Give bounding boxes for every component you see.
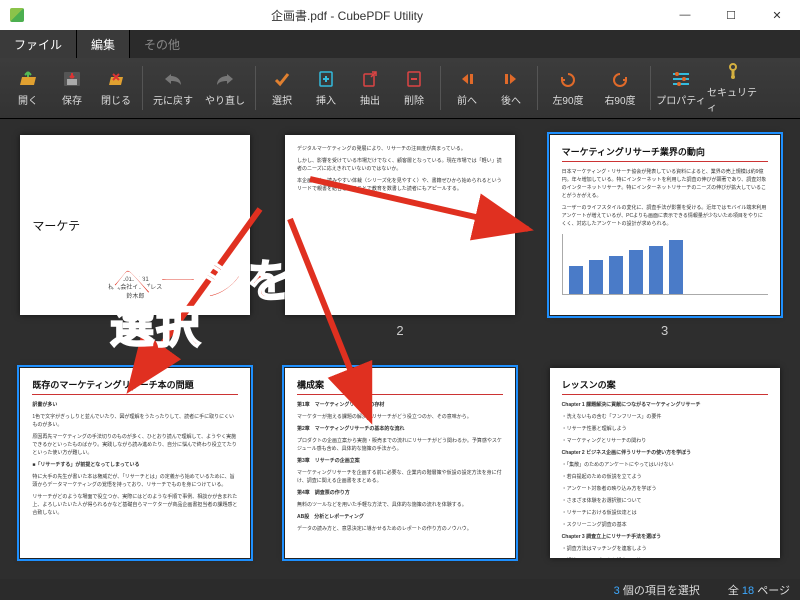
open-button[interactable]: 開く — [6, 61, 50, 115]
page6-body: Chapter 1 課題解決に貢献につながるマーケティングリサーチ ・洗えないも… — [562, 401, 768, 558]
next-button[interactable]: 後へ — [489, 61, 533, 115]
insert-icon — [316, 70, 336, 88]
status-total: 全 18 ページ — [728, 582, 790, 598]
properties-icon — [671, 70, 691, 88]
security-icon — [723, 62, 743, 80]
extract-icon — [360, 70, 380, 88]
separator — [440, 66, 441, 110]
page-cell-5: 構成案 第1章 マーケティングリサーチの存材マーケターが抱える課題の解決にリサー… — [285, 368, 516, 558]
extract-button[interactable]: 抽出 — [348, 61, 392, 115]
security-button[interactable]: セキュリティ — [707, 61, 759, 115]
page3-body: 日本マーケティング・リサーチ協会が発表している資料によると、業界の売上規模は約9… — [562, 168, 768, 228]
chart-bar — [629, 250, 643, 294]
save-button[interactable]: 保存 — [50, 61, 94, 115]
page-thumb-1[interactable]: マーケテ 2019.5.31 株式会社インプレス 鈴木郎 — [20, 135, 250, 315]
undo-icon — [163, 70, 183, 88]
page5-title: 構成案 — [297, 378, 503, 395]
status-selected: 3 個の項目を選択 — [614, 582, 700, 598]
page-cell-4: 既存のマーケティングリサーチ本の問題 訳書が多い 1色で文字がぎっしりと並んでい… — [20, 368, 251, 558]
undo-button[interactable]: 元に戻す — [147, 61, 199, 115]
select-button[interactable]: 選択 — [260, 61, 304, 115]
page2-body: デジタルマーケティングの発展により、リサーチの注目度が高まっている。 しかし、影… — [297, 145, 503, 193]
page5-body: 第1章 マーケティングリサーチの存材マーケターが抱える課題の解決にリサーチがどう… — [297, 401, 503, 533]
page4-body: 訳書が多い 1色で文字がぎっしりと並んでいたり、図が理解をうたったりして、読者に… — [32, 401, 238, 517]
separator — [650, 66, 651, 110]
page-cell-1: マーケテ 2019.5.31 株式会社インプレス 鈴木郎 1 — [20, 135, 251, 338]
status-bar: 3 個の項目を選択 全 18 ページ — [0, 579, 800, 600]
window-title: 企画書.pdf - CubePDF Utility — [32, 7, 662, 24]
next-icon — [501, 70, 521, 88]
redo-button[interactable]: やり直し — [199, 61, 251, 115]
menu-edit[interactable]: 編集 — [77, 30, 130, 58]
close-window-button[interactable]: ✕ — [754, 0, 800, 30]
page-cell-2: デジタルマーケティングの発展により、リサーチの注目度が高まっている。 しかし、影… — [285, 135, 516, 338]
page-number-3: 3 — [661, 323, 668, 338]
page3-title: マーケティングリサーチ業界の動向 — [562, 145, 768, 162]
prev-button[interactable]: 前へ — [445, 61, 489, 115]
chart-bar — [669, 240, 683, 294]
delete-icon — [404, 70, 424, 88]
page-thumb-5[interactable]: 構成案 第1章 マーケティングリサーチの存材マーケターが抱える課題の解決にリサー… — [285, 368, 515, 558]
separator — [142, 66, 143, 110]
minimize-button[interactable]: — — [662, 0, 708, 30]
close-icon — [106, 70, 126, 88]
properties-button[interactable]: プロパティ — [655, 61, 707, 115]
open-icon — [18, 70, 38, 88]
rotate-left-icon — [558, 70, 578, 88]
page-thumb-2[interactable]: デジタルマーケティングの発展により、リサーチの注目度が高まっている。 しかし、影… — [285, 135, 515, 315]
toolbar: 開く 保存 閉じる 元に戻す やり直し 選択 挿入 抽出 削除 前へ 後へ 左9… — [0, 58, 800, 119]
page-cell-3: マーケティングリサーチ業界の動向 日本マーケティング・リサーチ協会が発表している… — [549, 135, 780, 338]
title-bar: 企画書.pdf - CubePDF Utility — ☐ ✕ — [0, 0, 800, 30]
rotate-left-button[interactable]: 左90度 — [542, 61, 594, 115]
page-thumb-4[interactable]: 既存のマーケティングリサーチ本の問題 訳書が多い 1色で文字がぎっしりと並んでい… — [20, 368, 250, 558]
page1-meta: 2019.5.31 株式会社インプレス 鈴木郎 — [20, 276, 250, 301]
page6-title: レッスンの案 — [562, 378, 768, 395]
app-icon — [10, 8, 24, 22]
menu-file[interactable]: ファイル — [0, 30, 77, 58]
page-thumb-3[interactable]: マーケティングリサーチ業界の動向 日本マーケティング・リサーチ協会が発表している… — [550, 135, 780, 315]
page-number-2: 2 — [396, 323, 403, 338]
insert-button[interactable]: 挿入 — [304, 61, 348, 115]
prev-icon — [457, 70, 477, 88]
redo-icon — [215, 70, 235, 88]
save-icon — [62, 70, 82, 88]
window-controls: — ☐ ✕ — [662, 0, 800, 30]
page-number-1: 1 — [132, 323, 139, 338]
page1-title: マーケテ — [32, 217, 80, 234]
menu-bar: ファイル 編集 その他 — [0, 30, 800, 58]
workspace: マーケテ 2019.5.31 株式会社インプレス 鈴木郎 1 デジタルマーケティ… — [0, 119, 800, 579]
page3-chart — [562, 234, 768, 295]
chart-bar — [569, 266, 583, 294]
chart-bar — [649, 246, 663, 294]
select-icon — [272, 70, 292, 88]
chart-bar — [609, 256, 623, 294]
rotate-right-button[interactable]: 右90度 — [594, 61, 646, 115]
menu-other[interactable]: その他 — [130, 30, 194, 58]
page-cell-6: レッスンの案 Chapter 1 課題解決に貢献につながるマーケティングリサーチ… — [549, 368, 780, 558]
delete-button[interactable]: 削除 — [392, 61, 436, 115]
thumbnail-grid: マーケテ 2019.5.31 株式会社インプレス 鈴木郎 1 デジタルマーケティ… — [0, 119, 800, 579]
page4-title: 既存のマーケティングリサーチ本の問題 — [32, 378, 238, 395]
separator — [537, 66, 538, 110]
maximize-button[interactable]: ☐ — [708, 0, 754, 30]
rotate-right-icon — [610, 70, 630, 88]
separator — [255, 66, 256, 110]
chart-bar — [589, 260, 603, 294]
close-button[interactable]: 閉じる — [94, 61, 138, 115]
page-thumb-6[interactable]: レッスンの案 Chapter 1 課題解決に貢献につながるマーケティングリサーチ… — [550, 368, 780, 558]
